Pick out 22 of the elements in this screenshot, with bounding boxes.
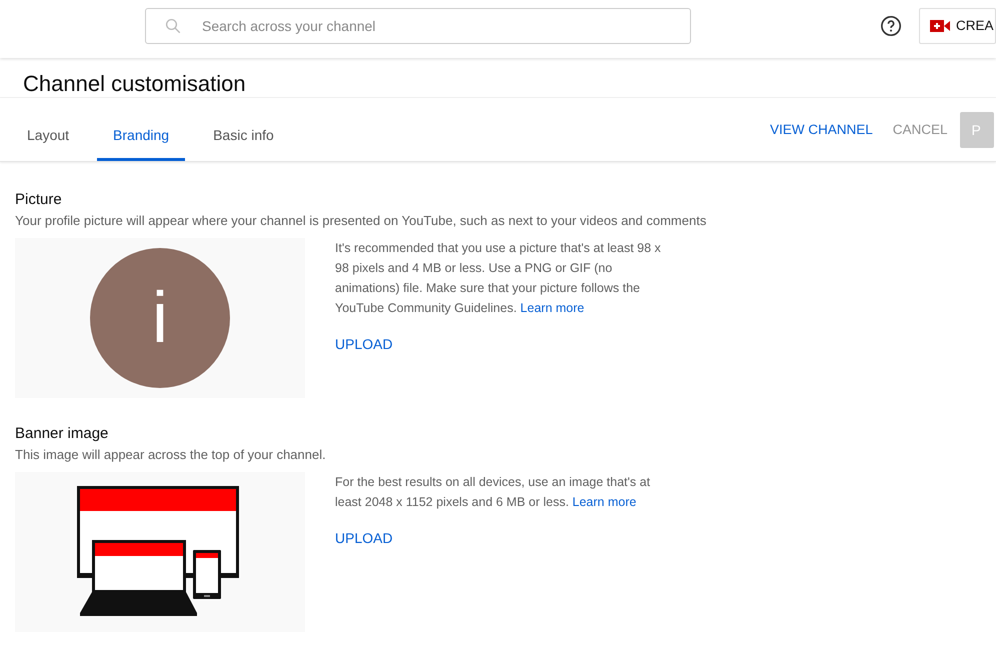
cancel-button[interactable]: CANCEL	[892, 120, 948, 140]
learn-more-link[interactable]: Learn more	[520, 301, 584, 315]
tab[interactable]: Layout	[11, 113, 86, 161]
upload-button[interactable]: UPLOAD	[335, 528, 393, 549]
search-field[interactable]: Search across your channel	[145, 8, 691, 44]
section-title: Picture	[15, 190, 63, 210]
page-title: Channel customisation	[23, 70, 247, 98]
learn-more-link[interactable]: Learn more	[572, 495, 636, 509]
view-channel-link[interactable]: VIEW CHANNEL	[770, 120, 873, 140]
section-description: Your profile picture will appear where your channel is presented on YouTube, such as next to your videos and comments	[15, 212, 708, 230]
search-icon	[164, 17, 182, 35]
section-description: This image will appear across the top of your channel.	[15, 446, 327, 464]
upload-button[interactable]: UPLOAD	[335, 334, 393, 355]
guidance-text: It's recommended that you use a picture that's at least 98 x 98 pixels and 4 MB or less. Use a PNG or GIF (no animations) file. Make sure that your picture follows the YouTube Community Guidelines. Learn more	[335, 240, 662, 317]
section-title: Banner image	[15, 424, 110, 444]
create-button[interactable]: CREA	[919, 8, 996, 44]
guidance-text: For the best results on all devices, use an image that's at least 2048 x 1152 pixels and 6 MB or less. Learn more	[335, 474, 652, 511]
tab[interactable]: Basic info	[197, 113, 290, 161]
avatar: i	[90, 248, 230, 388]
video-camera-icon	[930, 20, 950, 32]
help-icon[interactable]	[880, 15, 902, 37]
tab[interactable]: Branding	[97, 113, 186, 161]
